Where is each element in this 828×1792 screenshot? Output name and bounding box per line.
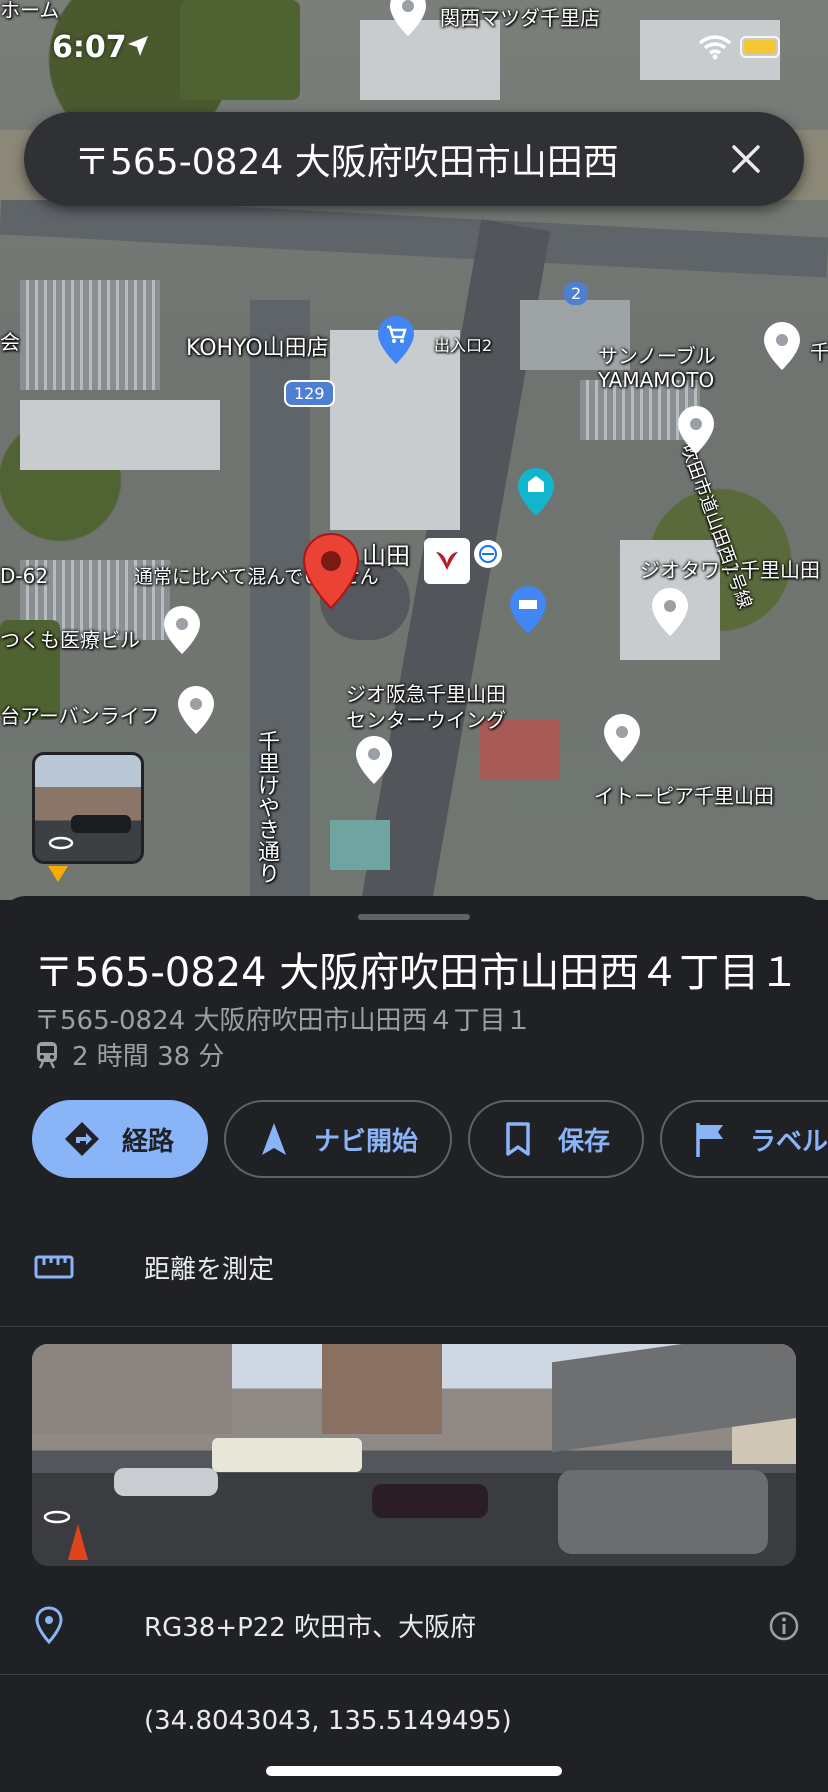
directions-button[interactable]: 経路: [32, 1100, 209, 1178]
start-navigation-label: ナビ開始: [314, 1126, 419, 1157]
map-label: D-62: [0, 564, 49, 588]
map-building: [20, 400, 220, 470]
map-label: サンノーブル: [598, 344, 716, 368]
start-navigation-button[interactable]: ナビ開始: [224, 1100, 453, 1178]
map-label: つくも医療ビル: [0, 628, 140, 652]
place-pin-icon[interactable]: [176, 684, 216, 736]
street-view-thumbnail[interactable]: [32, 752, 144, 864]
map-label: YAMAMOTO: [598, 368, 715, 392]
map-building: [330, 820, 390, 870]
car-image: [71, 815, 131, 833]
label-button[interactable]: ラベルを: [660, 1100, 828, 1178]
plus-code-row[interactable]: RG38+P22 吹田市、大阪府: [0, 1576, 828, 1674]
map-label: 千: [810, 340, 828, 364]
place-pin-icon[interactable]: [354, 734, 394, 786]
map-label: 台アーバンライフ: [0, 704, 160, 728]
transit-time: 2 時間 38 分: [34, 1036, 224, 1073]
photo-building: [322, 1344, 442, 1434]
map-label: 出入口2: [434, 336, 493, 355]
place-pin-icon[interactable]: [650, 586, 690, 638]
map-label: ジオタワー千里山田: [640, 558, 820, 582]
road-number-badge: 129: [284, 380, 335, 407]
coordinates-text: (34.8043043, 135.5149495): [144, 1706, 512, 1736]
plus-code-text: RG38+P22 吹田市、大阪府: [144, 1612, 477, 1643]
photo-traffic-cone: [68, 1524, 88, 1560]
divider: [0, 1326, 828, 1327]
save-button[interactable]: 保存: [468, 1100, 645, 1178]
status-time: 6:07: [52, 30, 127, 65]
home-indicator[interactable]: [266, 1766, 562, 1776]
sheet-drag-handle[interactable]: [358, 914, 470, 920]
place-pin-icon[interactable]: [602, 712, 642, 764]
photo-bus: [212, 1438, 362, 1472]
label-button-label: ラベルを: [750, 1126, 828, 1157]
search-bar[interactable]: 〒565-0824 大阪府吹田市山田西: [24, 112, 804, 206]
train-icon: [37, 1041, 57, 1069]
map-road: [0, 194, 828, 278]
action-chips: 経路 ナビ開始 保存 ラベルを: [32, 1100, 828, 1178]
rotate-360-icon: [48, 836, 74, 850]
navigation-arrow-icon: [262, 1123, 287, 1155]
map-label: 会: [0, 330, 20, 354]
bookmark-icon: [506, 1122, 530, 1156]
transit-time-text: 2 時間 38 分: [72, 1042, 225, 1072]
map-parking: [20, 280, 160, 390]
close-icon[interactable]: [728, 141, 764, 177]
map-label: 千里けやき通り: [254, 730, 279, 884]
monorail-station-icon[interactable]: [474, 540, 502, 568]
location-pin-icon: [35, 1606, 63, 1645]
street-view-peg-icon: [48, 866, 68, 882]
street-view-photo[interactable]: [32, 1344, 796, 1566]
map-label: ジオ阪急千里山田: [346, 682, 506, 706]
place-pin-icon[interactable]: [162, 604, 202, 656]
location-arrow-icon: [128, 36, 148, 56]
post-office-pin-icon[interactable]: [508, 584, 548, 636]
directions-label: 経路: [122, 1126, 175, 1157]
status-bar: 6:07: [0, 0, 828, 100]
place-pin-icon[interactable]: [676, 404, 716, 456]
coordinates-row[interactable]: (34.8043043, 135.5149495): [0, 1686, 828, 1756]
map-label: センターウイング: [346, 708, 506, 732]
place-address: 〒565-0824 大阪府吹田市山田西４丁目１: [34, 1006, 532, 1036]
measure-distance-row[interactable]: 距離を測定: [0, 1222, 828, 1312]
selected-location-pin-icon[interactable]: [302, 532, 360, 610]
landmark-pin-icon[interactable]: [516, 466, 556, 518]
photo-car: [114, 1468, 218, 1496]
place-pin-icon[interactable]: [762, 320, 802, 372]
measure-distance-label: 距離を測定: [144, 1254, 275, 1285]
map-view[interactable]: ホーム 関西マツダ千里店 KOHYO山田店 出入口2 サンノーブル YAMAMO…: [0, 0, 828, 900]
save-label: 保存: [558, 1126, 611, 1157]
battery-icon: [740, 36, 780, 58]
divider: [0, 1674, 828, 1675]
directions-icon: [65, 1122, 99, 1156]
road-number-badge: 2: [564, 282, 589, 305]
place-title: 〒565-0824 大阪府吹田市山田西４丁目１: [34, 950, 800, 996]
hankyu-station-icon[interactable]: [424, 538, 470, 584]
map-label: イトーピア千里山田: [594, 784, 774, 808]
shopping-cart-pin-icon[interactable]: [376, 314, 416, 366]
map-label: KOHYO山田店: [186, 336, 329, 361]
search-query[interactable]: 〒565-0824 大阪府吹田市山田西: [74, 133, 710, 185]
photo-van: [558, 1470, 768, 1554]
info-icon[interactable]: [768, 1610, 800, 1642]
photo-car: [372, 1484, 488, 1518]
flag-icon: [696, 1123, 724, 1157]
wifi-icon: [698, 35, 732, 60]
photo-building: [32, 1344, 232, 1434]
place-details-sheet[interactable]: 〒565-0824 大阪府吹田市山田西４丁目１ 〒565-0824 大阪府吹田市…: [0, 896, 828, 1792]
rotate-360-icon: [43, 1510, 71, 1524]
ruler-icon: [34, 1255, 74, 1279]
